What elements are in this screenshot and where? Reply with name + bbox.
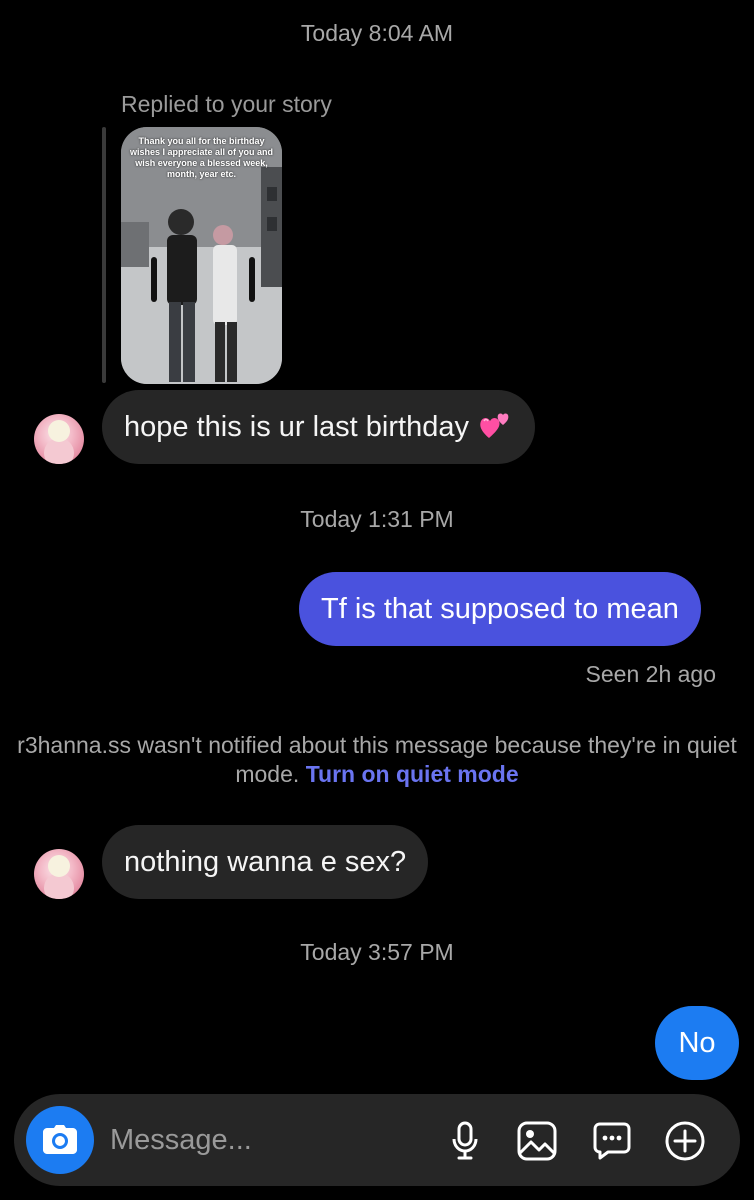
seen-status: Seen 2h ago — [585, 661, 716, 687]
reply-indicator-bar — [102, 127, 106, 383]
camera-button[interactable] — [26, 1106, 94, 1174]
gallery-icon — [517, 1121, 557, 1161]
message-bubble-incoming[interactable]: nothing wanna e sex? — [102, 825, 429, 899]
timestamp: Today 1:31 PM — [300, 506, 454, 532]
avatar[interactable] — [34, 414, 84, 464]
message-bubble-outgoing[interactable]: Tf is that supposed to mean — [299, 572, 701, 646]
story-thumbnail[interactable]: Thank you all for the birthday wishes I … — [121, 127, 282, 384]
sticker-chat-button[interactable] — [589, 1118, 635, 1164]
message-text: No — [678, 1027, 716, 1059]
sticker-chat-icon — [593, 1122, 631, 1160]
turn-on-quiet-mode-link[interactable]: Turn on quiet mode — [306, 761, 519, 787]
message-bubble-incoming[interactable]: hope this is ur last birthday — [102, 390, 535, 464]
message-text: hope this is ur last birthday — [124, 411, 469, 443]
message-bubble-outgoing[interactable]: No — [655, 1006, 739, 1080]
camera-icon — [43, 1125, 77, 1154]
two-hearts-icon — [477, 394, 513, 438]
message-composer — [14, 1094, 740, 1186]
avatar[interactable] — [34, 849, 84, 899]
story-caption: Thank you all for the birthday wishes I … — [129, 136, 274, 179]
microphone-icon — [452, 1121, 478, 1160]
timestamp: Today 3:57 PM — [300, 939, 454, 965]
message-text: nothing wanna e sex? — [124, 846, 407, 878]
timestamp: Today 8:04 AM — [300, 20, 454, 46]
story-reply-label: Replied to your story — [121, 91, 332, 117]
microphone-button[interactable] — [442, 1118, 488, 1164]
plus-icon — [665, 1121, 705, 1161]
message-text: Tf is that supposed to mean — [321, 593, 679, 625]
message-input[interactable] — [110, 1120, 430, 1160]
add-content-button[interactable] — [662, 1118, 708, 1164]
quiet-mode-notice: r3hanna.ss wasn't notified about this me… — [0, 731, 754, 789]
gallery-button[interactable] — [514, 1118, 560, 1164]
